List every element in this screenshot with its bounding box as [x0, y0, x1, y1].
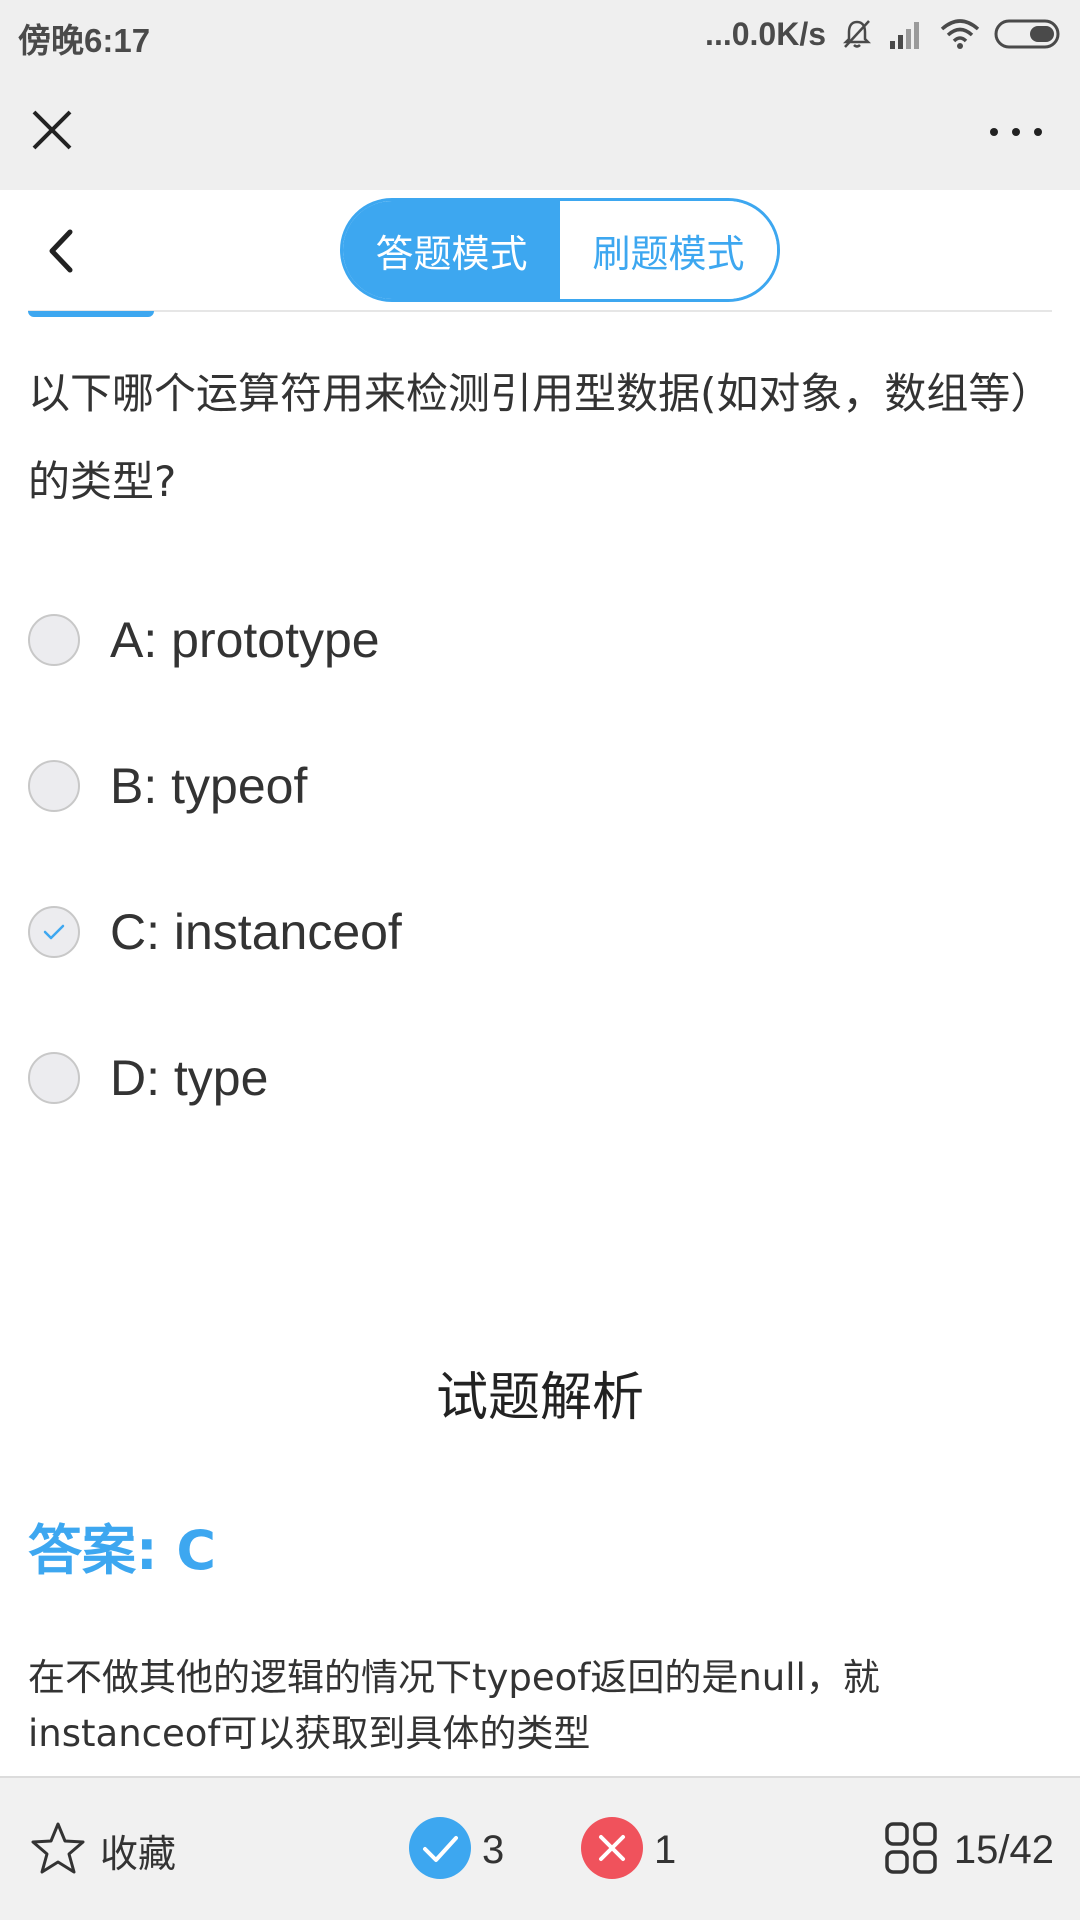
check-icon — [43, 924, 65, 940]
wrong-count[interactable]: 1 — [580, 1778, 676, 1922]
radio-button[interactable] — [28, 1052, 80, 1104]
option-d[interactable]: D: type — [28, 1028, 1052, 1128]
battery-icon — [994, 18, 1062, 50]
correct-icon — [408, 1816, 472, 1884]
radio-button[interactable] — [28, 614, 80, 666]
mute-bell-icon — [840, 17, 874, 51]
question-grid-button[interactable]: 15/42 — [884, 1778, 1054, 1922]
radio-button[interactable] — [28, 760, 80, 812]
correct-count-value: 3 — [482, 1827, 505, 1872]
tab-answer-mode[interactable]: 答题模式 — [343, 201, 560, 299]
explanation-text: 在不做其他的逻辑的情况下typeof返回的是null，就instanceof可以… — [28, 1656, 880, 1755]
wifi-icon — [940, 17, 980, 51]
option-label: A: prototype — [110, 612, 380, 668]
close-icon[interactable] — [28, 106, 76, 154]
option-a[interactable]: A: prototype — [28, 590, 1052, 690]
analysis-title: 试题解析 — [435, 1368, 644, 1428]
tab-practice-mode[interactable]: 刷题模式 — [560, 201, 777, 299]
network-speed: ...0.0K/s — [705, 15, 826, 52]
star-icon — [30, 1821, 86, 1879]
status-icons: ...0.0K/s — [705, 10, 1062, 58]
option-b[interactable]: B: typeof — [28, 736, 1052, 836]
favorite-button[interactable]: 收藏 — [30, 1778, 176, 1922]
signal-icon — [888, 17, 926, 51]
correct-count[interactable]: 3 — [408, 1778, 504, 1922]
wrong-icon — [580, 1816, 644, 1884]
mode-header: 答题模式 刷题模式 — [0, 190, 1080, 312]
back-icon[interactable] — [40, 226, 80, 276]
progress-label: 15/42 — [953, 1827, 1054, 1872]
grid-icon — [884, 1821, 938, 1879]
option-label: B: typeof — [110, 758, 308, 814]
nav-bar — [0, 68, 1080, 190]
option-label: C: instanceof — [110, 904, 402, 960]
question-text: 以下哪个运算符用来检测引用型数据(如对象，数组等）的类型? — [28, 369, 1032, 506]
favorite-label: 收藏 — [100, 1831, 177, 1876]
tab-indicator — [28, 311, 154, 317]
header-divider — [28, 310, 1052, 312]
status-bar: 傍晚6:17 ...0.0K/s — [0, 0, 1080, 68]
more-icon[interactable] — [976, 112, 1056, 152]
option-c[interactable]: C: instanceof — [28, 882, 1052, 982]
mode-toggle: 答题模式 刷题模式 — [340, 198, 780, 302]
radio-button[interactable] — [28, 906, 80, 958]
answer-label: 答案: C — [28, 1519, 217, 1582]
option-label: D: type — [110, 1050, 269, 1106]
status-time: 傍晚6:17 — [18, 22, 151, 59]
bottom-bar: 收藏 3 1 15/42 — [0, 1776, 1080, 1920]
wrong-count-value: 1 — [654, 1827, 677, 1872]
